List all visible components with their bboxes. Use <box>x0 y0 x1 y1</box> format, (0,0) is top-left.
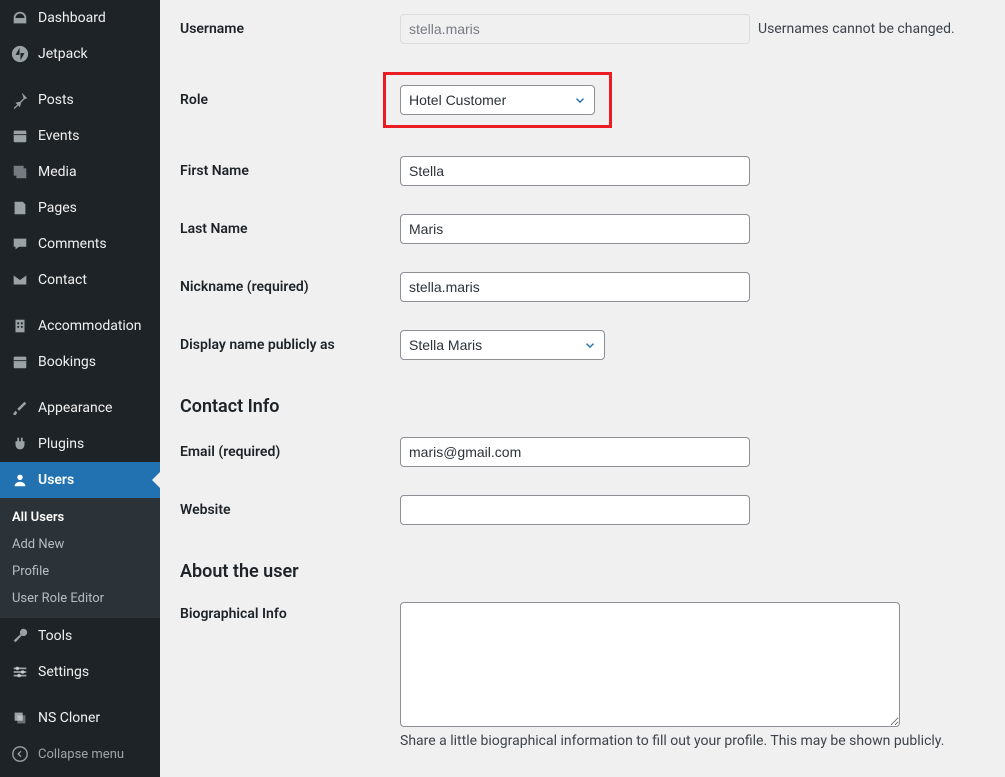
submenu-all-users[interactable]: All Users <box>0 504 160 531</box>
page-icon <box>10 198 30 218</box>
menu-label: Plugins <box>38 436 84 452</box>
label-nickname: Nickname (required) <box>180 279 400 295</box>
calendar-icon <box>10 352 30 372</box>
menu-users[interactable]: Users <box>0 462 160 498</box>
textarea-bio[interactable] <box>400 602 900 727</box>
menu-label: Tools <box>38 628 72 644</box>
label-first-name: First Name <box>180 163 400 179</box>
menu-accommodation[interactable]: Accommodation <box>0 308 160 344</box>
menu-label: Posts <box>38 92 74 108</box>
menu-label: Events <box>38 128 79 144</box>
select-display-name[interactable]: Stella Maris <box>400 330 605 360</box>
menu-plugins[interactable]: Plugins <box>0 426 160 462</box>
menu-dashboard[interactable]: Dashboard <box>0 0 160 36</box>
menu-posts[interactable]: Posts <box>0 82 160 118</box>
brush-icon <box>10 398 30 418</box>
plug-icon <box>10 434 30 454</box>
menu-comments[interactable]: Comments <box>0 226 160 262</box>
row-username: Username Usernames cannot be changed. <box>180 0 985 58</box>
menu-label: Appearance <box>38 400 112 416</box>
menu-bookings[interactable]: Bookings <box>0 344 160 380</box>
menu-jetpack[interactable]: Jetpack <box>0 36 160 72</box>
input-nickname[interactable] <box>400 272 750 302</box>
building-icon <box>10 316 30 336</box>
main-content: Username Usernames cannot be changed. Ro… <box>160 0 1005 777</box>
label-bio: Biographical Info <box>180 602 400 622</box>
menu-label: NS Cloner <box>38 710 100 726</box>
menu-contact[interactable]: Contact <box>0 262 160 298</box>
heading-about-user: About the user <box>180 561 985 582</box>
submenu-profile[interactable]: Profile <box>0 558 160 585</box>
menu-label: Media <box>38 164 77 180</box>
collapse-label: Collapse menu <box>38 747 124 762</box>
row-last-name: Last Name <box>180 200 985 258</box>
envelope-icon <box>10 270 30 290</box>
row-role: Role Hotel Customer <box>180 58 985 142</box>
menu-tools[interactable]: Tools <box>0 618 160 654</box>
row-nickname: Nickname (required) <box>180 258 985 316</box>
input-website[interactable] <box>400 495 750 525</box>
pin-icon <box>10 90 30 110</box>
label-username: Username <box>180 21 400 37</box>
row-bio: Biographical Info Share a little biograp… <box>180 588 985 763</box>
menu-appearance[interactable]: Appearance <box>0 390 160 426</box>
menu-label: Bookings <box>38 354 96 370</box>
role-highlight: Hotel Customer <box>383 72 612 128</box>
dashboard-icon <box>10 8 30 28</box>
menu-pages[interactable]: Pages <box>0 190 160 226</box>
label-display-name: Display name publicly as <box>180 337 400 353</box>
label-last-name: Last Name <box>180 221 400 237</box>
menu-media[interactable]: Media <box>0 154 160 190</box>
clone-icon <box>10 708 30 728</box>
submenu-add-new[interactable]: Add New <box>0 531 160 558</box>
jetpack-icon <box>10 44 30 64</box>
menu-label: Users <box>38 472 74 488</box>
label-email: Email (required) <box>180 444 400 460</box>
wrench-icon <box>10 626 30 646</box>
comment-icon <box>10 234 30 254</box>
user-icon <box>10 470 30 490</box>
menu-label: Settings <box>38 664 89 680</box>
menu-label: Jetpack <box>38 46 88 62</box>
menu-label: Dashboard <box>38 10 106 26</box>
bio-description: Share a little biographical information … <box>400 733 944 749</box>
menu-label: Accommodation <box>38 318 142 334</box>
menu-label: Pages <box>38 200 77 216</box>
row-email: Email (required) <box>180 423 985 481</box>
calendar-icon <box>10 126 30 146</box>
collapse-icon <box>10 744 30 764</box>
label-website: Website <box>180 502 400 518</box>
menu-ns-cloner[interactable]: NS Cloner <box>0 700 160 736</box>
media-icon <box>10 162 30 182</box>
input-last-name[interactable] <box>400 214 750 244</box>
row-first-name: First Name <box>180 142 985 200</box>
menu-label: Comments <box>38 236 107 252</box>
menu-settings[interactable]: Settings <box>0 654 160 690</box>
users-submenu: All Users Add New Profile User Role Edit… <box>0 498 160 618</box>
row-website: Website <box>180 481 985 539</box>
heading-contact-info: Contact Info <box>180 396 985 417</box>
row-display-name: Display name publicly as Stella Maris <box>180 316 985 374</box>
menu-label: Contact <box>38 272 87 288</box>
sliders-icon <box>10 662 30 682</box>
input-email[interactable] <box>400 437 750 467</box>
label-role: Role <box>180 92 400 108</box>
select-role[interactable]: Hotel Customer <box>400 85 595 115</box>
collapse-menu[interactable]: Collapse menu <box>0 736 160 772</box>
admin-sidebar: Dashboard Jetpack Posts Events Media Pag… <box>0 0 160 777</box>
note-username: Usernames cannot be changed. <box>758 21 955 37</box>
input-username <box>400 14 750 44</box>
submenu-user-role-editor[interactable]: User Role Editor <box>0 585 160 612</box>
input-first-name[interactable] <box>400 156 750 186</box>
menu-events[interactable]: Events <box>0 118 160 154</box>
